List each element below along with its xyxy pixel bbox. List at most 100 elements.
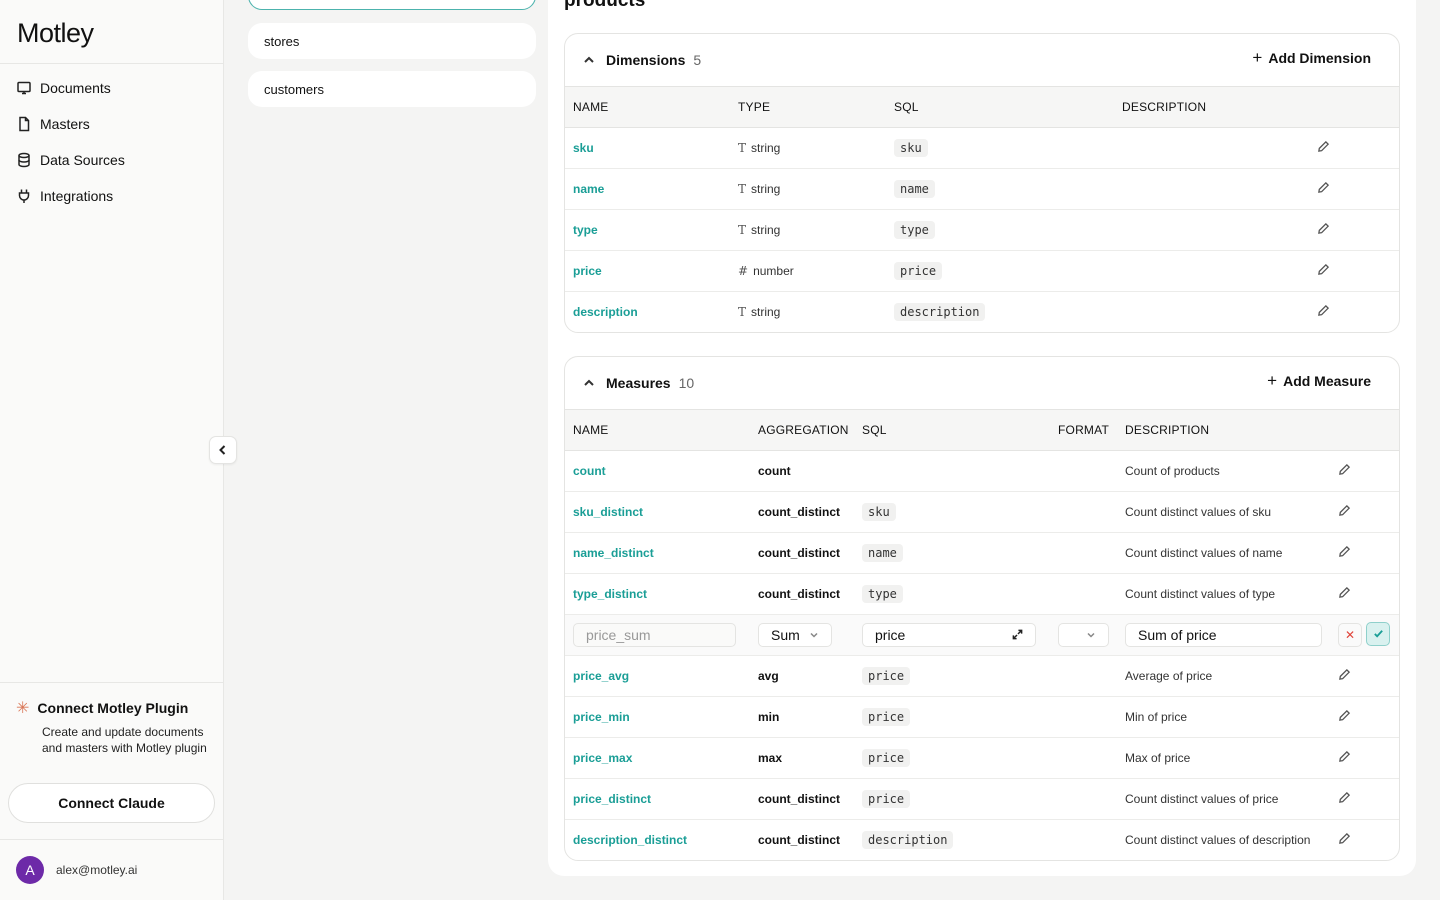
measure-aggregation: min (750, 696, 854, 738)
sql-code: sku (862, 502, 896, 521)
column-header: TYPE (730, 87, 886, 128)
divider (0, 682, 223, 683)
model-list-item-selected[interactable] (248, 0, 536, 10)
measure-name-link[interactable]: price_max (573, 751, 632, 765)
sidebar: Motley Documents Masters Data Sources In… (0, 0, 224, 900)
measure-description: Max of price (1117, 737, 1330, 779)
aggregation-select[interactable]: Sum (758, 622, 832, 647)
dimension-name-link[interactable]: type (573, 223, 598, 237)
measure-aggregation: count_distinct (750, 532, 854, 574)
pencil-icon[interactable] (1317, 181, 1330, 194)
column-header: NAME (565, 410, 750, 451)
dimensions-card: Dimensions 5 + Add Dimension NAME TYPE S… (564, 33, 1400, 333)
measure-description-input[interactable]: Sum of price (1125, 622, 1322, 647)
sql-code: price (862, 748, 911, 767)
expand-icon[interactable] (1012, 627, 1023, 643)
model-list-item-customers[interactable]: customers (248, 71, 536, 107)
measure-description: Average of price (1117, 655, 1330, 697)
page-title: products (564, 0, 646, 11)
sql-code: price (862, 666, 911, 685)
collapse-sidebar-button[interactable] (209, 436, 237, 464)
pencil-icon[interactable] (1338, 791, 1351, 804)
dimension-name-link[interactable]: price (573, 264, 602, 278)
dimension-description (1114, 209, 1309, 251)
sidebar-item-masters[interactable]: Masters (0, 106, 223, 142)
pencil-icon[interactable] (1317, 304, 1330, 317)
pencil-icon[interactable] (1338, 545, 1351, 558)
plugin-description: Create and update documents and masters … (42, 725, 207, 755)
user-menu[interactable]: A alex@motley.ai (16, 856, 137, 884)
sidebar-item-integrations[interactable]: Integrations (0, 178, 223, 214)
table-header-row: NAME TYPE SQL DESCRIPTION (565, 87, 1399, 128)
column-header: SQL (886, 87, 1114, 128)
pencil-icon[interactable] (1338, 832, 1351, 845)
add-dimension-button[interactable]: + Add Dimension (1252, 49, 1371, 66)
measure-name-link[interactable]: price_avg (573, 669, 629, 683)
sql-code: sku (894, 138, 928, 157)
add-measure-button[interactable]: + Add Measure (1267, 372, 1371, 389)
measure-name-link[interactable]: type_distinct (573, 587, 647, 601)
measure-aggregation: max (750, 737, 854, 779)
avatar: A (16, 856, 44, 884)
plugin-promo: ✳ Connect Motley Plugin Create and updat… (16, 698, 211, 756)
measures-title: Measures (606, 375, 671, 391)
column-header: NAME (565, 87, 730, 128)
measure-aggregation: count_distinct (750, 573, 854, 615)
number-type-icon: # (738, 263, 749, 278)
measure-aggregation: count_distinct (758, 832, 841, 847)
sidebar-item-label: Integrations (40, 188, 114, 204)
chevron-up-icon[interactable] (583, 54, 595, 66)
measure-name-link[interactable]: count (573, 464, 606, 478)
measure-name-input[interactable]: price_sum (573, 622, 736, 647)
measure-description: Count distinct values of description (1125, 832, 1311, 847)
format-select[interactable] (1058, 622, 1109, 647)
string-type-icon: T (738, 181, 747, 196)
column-header: FORMAT (1050, 410, 1117, 451)
dimension-name-link[interactable]: description (573, 305, 638, 319)
table-row: sku_distinct count_distinct sku Count di… (565, 491, 1399, 533)
measure-name-link[interactable]: price_distinct (573, 792, 651, 806)
sidebar-item-data-sources[interactable]: Data Sources (0, 142, 223, 178)
motley-logo[interactable]: Motley (17, 18, 94, 49)
measure-name-link[interactable]: price_min (573, 710, 630, 724)
pencil-icon[interactable] (1338, 504, 1351, 517)
sql-input[interactable]: price (862, 622, 1036, 647)
pencil-icon[interactable] (1338, 463, 1351, 476)
dimensions-title: Dimensions (606, 52, 686, 68)
pencil-icon[interactable] (1338, 750, 1351, 763)
pencil-icon[interactable] (1317, 222, 1330, 235)
database-icon (18, 152, 30, 168)
measure-aggregation: count_distinct (750, 491, 854, 533)
sidebar-item-documents[interactable]: Documents (0, 70, 223, 106)
table-row: price_max max price Max of price (565, 737, 1399, 779)
dimension-name-link[interactable]: sku (573, 141, 594, 155)
sidebar-item-label: Data Sources (40, 152, 125, 168)
measure-name-link[interactable]: sku_distinct (573, 505, 643, 519)
chevron-down-icon (1087, 632, 1095, 638)
sidebar-item-label: Documents (40, 80, 111, 96)
table-row: type Tstring type (565, 209, 1399, 251)
divider (0, 839, 223, 840)
measure-description: Count distinct values of sku (1117, 491, 1330, 533)
pencil-icon[interactable] (1317, 263, 1330, 276)
pencil-icon[interactable] (1338, 586, 1351, 599)
connect-claude-button[interactable]: Connect Claude (8, 783, 215, 823)
sql-code: type (894, 220, 935, 239)
pencil-icon[interactable] (1317, 140, 1330, 153)
chevron-up-icon[interactable] (583, 377, 595, 389)
measure-name-link[interactable]: name_distinct (573, 546, 654, 560)
pencil-icon[interactable] (1338, 709, 1351, 722)
confirm-edit-button[interactable] (1366, 621, 1390, 646)
measures-card: Measures 10 + Add Measure NAME AGGREGATI… (564, 356, 1400, 861)
claude-spark-icon: ✳ (16, 700, 30, 717)
pencil-icon[interactable] (1338, 668, 1351, 681)
measures-header: Measures 10 + Add Measure (565, 357, 1399, 410)
sql-code: description (862, 830, 954, 849)
table-row: description Tstring description (565, 291, 1399, 332)
model-list-item-stores[interactable]: stores (248, 23, 536, 59)
dimension-name-link[interactable]: name (573, 182, 604, 196)
table-row: price_min min price Min of price (565, 696, 1399, 738)
file-icon (19, 116, 30, 132)
measure-name-link[interactable]: description_distinct (573, 833, 687, 847)
cancel-edit-button[interactable]: ✕ (1338, 623, 1362, 648)
